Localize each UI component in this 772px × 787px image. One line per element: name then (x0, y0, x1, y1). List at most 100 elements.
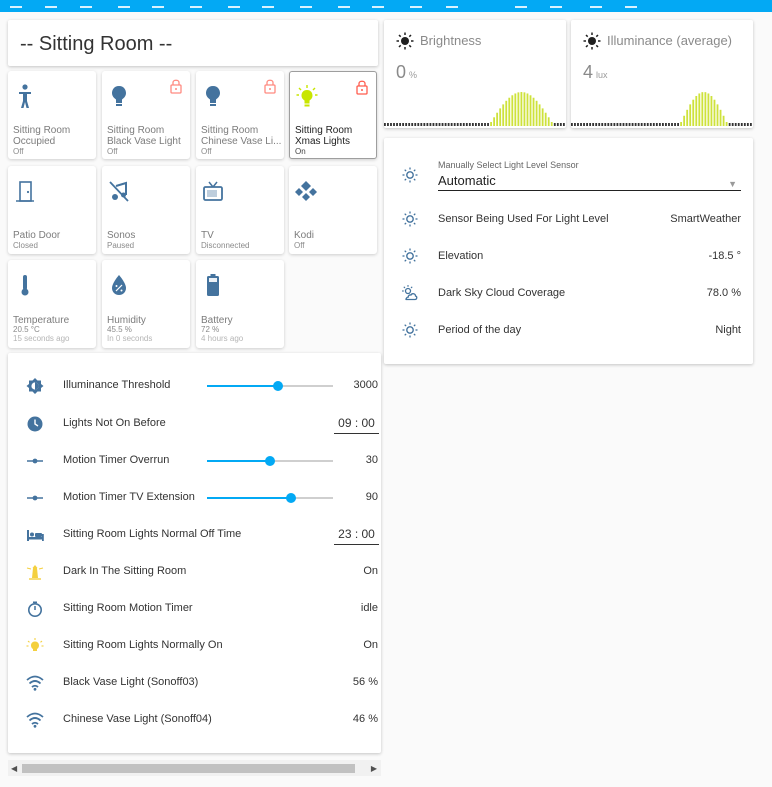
illuminance-threshold-slider[interactable] (207, 381, 333, 391)
entity-row-chinese-vase-wifi: Chinese Vase Light (Sonoff04) 46 % (8, 705, 381, 735)
toolbar-icon[interactable] (45, 0, 57, 8)
toolbar-icon[interactable] (300, 0, 312, 8)
info-label: Period of the day (438, 324, 522, 336)
toolbar-icon[interactable] (410, 0, 422, 8)
history-bar (686, 109, 689, 126)
wifi-icon (26, 675, 44, 691)
info-row-cloud-coverage: Dark Sky Cloud Coverage 78.0 % (384, 278, 753, 308)
history-bar (496, 112, 499, 126)
select-value[interactable]: Automatic (438, 173, 741, 191)
entity-value: idle (360, 602, 378, 614)
toolbar-icon[interactable] (118, 0, 130, 8)
toolbar-icon[interactable] (262, 0, 274, 8)
history-bar (544, 112, 547, 126)
history-bar (734, 123, 737, 126)
scroll-right-icon[interactable]: ▶ (371, 764, 377, 773)
history-bar (583, 123, 585, 126)
lighthouse-icon (26, 565, 44, 580)
history-bar (716, 104, 719, 126)
sensor-card-brightness[interactable]: Brightness 0% (384, 20, 566, 128)
history-bar (429, 123, 432, 126)
slider-knob[interactable] (272, 381, 283, 391)
history-bar (698, 93, 701, 126)
history-bar (405, 123, 408, 126)
time-input[interactable]: 09 : 00 (334, 413, 379, 434)
tile-name: Black Vase Light (107, 136, 181, 147)
toolbar-icon[interactable] (190, 0, 202, 8)
toolbar-icon[interactable] (590, 0, 602, 8)
info-value: Night (715, 324, 741, 336)
history-bar (420, 123, 423, 126)
info-row-elevation: Elevation -18.5 ° (384, 241, 753, 271)
horizontal-scrollbar[interactable]: ◀ ▶ (8, 760, 381, 776)
entity-row-illuminance-threshold: Illuminance Threshold 3000 (8, 371, 381, 401)
toolbar-icon[interactable] (80, 0, 92, 8)
history-bar (586, 123, 588, 126)
toolbar-icon[interactable] (228, 0, 240, 8)
scroll-left-icon[interactable]: ◀ (11, 764, 17, 773)
history-bar (396, 123, 398, 126)
sensor-card-illuminance[interactable]: Illuminance (average) 4 lux (571, 20, 753, 128)
time-input[interactable]: 23 : 00 (334, 524, 379, 545)
history-bar (595, 123, 598, 126)
history-bar (562, 123, 565, 126)
toolbar-icon[interactable] (446, 0, 458, 8)
entity-row-motion-timer-overrun: Motion Timer Overrun 30 (8, 446, 381, 476)
music-off-icon (109, 181, 129, 202)
history-bar (640, 123, 643, 126)
tile-tv[interactable]: TV Disconnected (196, 166, 284, 254)
history-bar (607, 123, 610, 126)
history-bar (728, 123, 731, 126)
toolbar-icon[interactable] (625, 0, 637, 8)
history-bar (447, 123, 450, 126)
tile-sitting-room-occupied[interactable]: Sitting Room Occupied Off (8, 71, 96, 159)
tile-humidity[interactable]: Humidity 45.5 % In 0 seconds (102, 260, 190, 348)
history-bar (680, 122, 683, 126)
timer-icon (28, 601, 42, 617)
motion-timer-overrun-slider[interactable] (207, 456, 333, 466)
toolbar-icon[interactable] (550, 0, 562, 8)
history-bar (538, 104, 541, 126)
tile-patio-door[interactable]: Patio Door Closed (8, 166, 96, 254)
tile-kodi[interactable]: Kodi Off (289, 166, 377, 254)
toolbar-icon[interactable] (152, 0, 164, 8)
history-bar (508, 97, 511, 126)
tile-battery[interactable]: Battery 72 % 4 hours ago (196, 260, 284, 348)
tile-name: Sitting Room (107, 125, 165, 136)
history-bar (634, 123, 637, 126)
history-bar (532, 97, 535, 126)
toolbar-icon[interactable] (10, 0, 22, 8)
toolbar-icon[interactable] (372, 0, 384, 8)
toolbar-icon[interactable] (338, 0, 350, 8)
history-bar (604, 123, 607, 126)
motion-timer-tv-extension-slider[interactable] (207, 493, 333, 503)
brightness-icon (583, 32, 601, 50)
clock-icon (27, 416, 43, 432)
entity-row-black-vase-wifi: Black Vase Light (Sonoff03) 56 % (8, 668, 381, 698)
history-bar (484, 123, 486, 126)
scrollbar-thumb[interactable] (22, 764, 355, 773)
slider-knob[interactable] (265, 456, 275, 466)
entity-label: Chinese Vase Light (Sonoff04) (63, 713, 212, 725)
entity-label: Sitting Room Lights Normally On (63, 639, 223, 651)
history-bar (625, 123, 628, 126)
tile-xmas-lights[interactable]: Sitting Room Xmas Lights On (289, 71, 377, 159)
tile-black-vase-light[interactable]: Sitting Room Black Vase Light Off (102, 71, 190, 159)
light-level-sensor-select[interactable]: Manually Select Light Level Sensor Autom… (438, 160, 741, 191)
brightness-history-graph (384, 92, 565, 126)
history-bar (478, 123, 480, 126)
history-bar (523, 92, 526, 126)
chevron-down-icon[interactable]: ▼ (728, 179, 737, 189)
tile-state: Off (107, 147, 118, 156)
tile-temperature[interactable]: Temperature 20.5 °C 15 seconds ago (8, 260, 96, 348)
tile-chinese-vase-light[interactable]: Sitting Room Chinese Vase Li... Off (196, 71, 284, 159)
sensor-name: Brightness (420, 33, 482, 48)
lightbulb-icon (112, 86, 126, 106)
slider-knob[interactable] (286, 493, 297, 503)
history-bar (475, 123, 477, 126)
weather-partly-cloudy-icon (402, 285, 418, 301)
history-bar (662, 123, 664, 126)
battery-icon (207, 274, 219, 296)
toolbar-icon[interactable] (515, 0, 527, 8)
tile-sonos[interactable]: Sonos Paused (102, 166, 190, 254)
